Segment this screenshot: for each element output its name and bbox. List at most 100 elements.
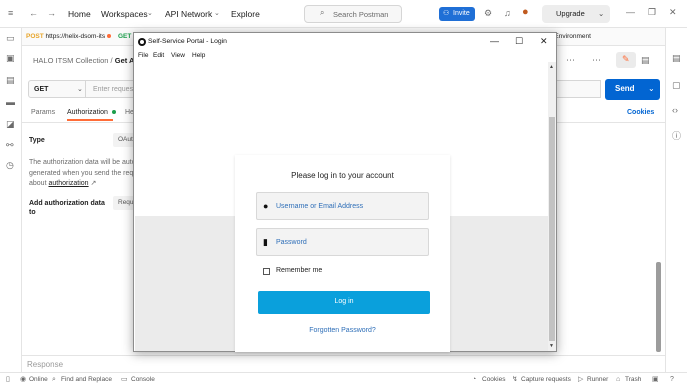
info-icon[interactable]: ⓘ bbox=[672, 132, 681, 141]
menu-file[interactable]: File bbox=[138, 52, 148, 59]
cookies-link[interactable]: Cookies bbox=[627, 109, 654, 116]
search-input[interactable]: ⌕ Search Postman bbox=[304, 5, 402, 23]
console[interactable]: Console bbox=[131, 376, 155, 383]
response-heading[interactable]: Response bbox=[27, 360, 63, 369]
app-logo-icon bbox=[138, 38, 146, 46]
invite-button[interactable]: ⚇ Invite bbox=[439, 7, 475, 21]
scrollbar-thumb[interactable] bbox=[549, 117, 555, 341]
authorization-link[interactable]: authorization bbox=[48, 180, 88, 187]
remember-me-checkbox[interactable] bbox=[263, 268, 270, 275]
window-scrollbar[interactable]: ▲ ▼ bbox=[548, 62, 556, 351]
layout-icon[interactable]: ▣ bbox=[652, 376, 659, 383]
more-options-icon[interactable]: ⋯ bbox=[592, 56, 601, 65]
restore-icon[interactable]: ❐ bbox=[648, 8, 656, 17]
documentation-icon[interactable]: ▤ bbox=[672, 54, 681, 63]
tab-authorization[interactable]: Authorization bbox=[67, 109, 116, 116]
nav-workspaces[interactable]: Workspaces bbox=[101, 9, 148, 19]
chevron-down-icon[interactable]: ⌄ bbox=[147, 10, 153, 17]
scroll-down-icon[interactable]: ▼ bbox=[549, 343, 554, 349]
forward-arrow-icon[interactable]: → bbox=[47, 9, 56, 18]
upgrade-button[interactable]: Upgrade ⌄ bbox=[542, 5, 610, 23]
url-input[interactable]: Enter reques bbox=[86, 80, 136, 98]
online-status[interactable]: Online bbox=[29, 376, 48, 383]
edit-toggle[interactable]: ✎ bbox=[616, 52, 636, 68]
auth-type-select[interactable]: OAutl bbox=[113, 133, 135, 147]
breadcrumb-collection[interactable]: HALO ITSM Collection bbox=[33, 56, 108, 65]
cookie-icon: ◔ bbox=[472, 376, 477, 383]
console-icon: ▭ bbox=[121, 376, 128, 383]
menu-help[interactable]: Help bbox=[192, 52, 205, 59]
menu-icon[interactable]: ≡ bbox=[8, 9, 13, 18]
add-user-icon: ⚇ bbox=[443, 10, 450, 17]
history-icon[interactable]: ◷ bbox=[6, 161, 14, 170]
environments-icon[interactable]: ▣ bbox=[6, 54, 15, 63]
bell-icon[interactable]: ♫ bbox=[504, 9, 511, 18]
request-tab-2[interactable]: GET bbox=[118, 33, 131, 40]
more-icon[interactable]: ⋯ bbox=[566, 56, 575, 65]
active-tab-indicator bbox=[67, 119, 113, 121]
auth-description: The authorization data will be auto gene… bbox=[29, 159, 138, 187]
find-replace[interactable]: Find and Replace bbox=[61, 376, 112, 383]
runner[interactable]: Runner bbox=[587, 376, 608, 383]
nav-explore[interactable]: Explore bbox=[231, 9, 260, 19]
breadcrumb-separator: / bbox=[110, 56, 113, 65]
cookies-status[interactable]: Cookies bbox=[482, 376, 505, 383]
window-titlebar[interactable]: Self-Service Portal - Login — ☐ ✕ bbox=[134, 33, 556, 51]
avatar[interactable]: ● bbox=[522, 7, 529, 18]
gear-icon[interactable]: ⚙ bbox=[484, 9, 492, 18]
login-button[interactable]: Log in bbox=[258, 291, 430, 314]
url-input-tail[interactable] bbox=[555, 80, 601, 98]
password-field[interactable]: ▮ Password bbox=[256, 228, 429, 256]
mock-server-icon[interactable]: ▬ bbox=[6, 98, 15, 107]
pencil-icon: ✎ bbox=[622, 54, 630, 64]
lock-icon: ▮ bbox=[263, 237, 268, 247]
method-label: GET bbox=[34, 86, 49, 93]
add-auth-select[interactable]: Requ bbox=[113, 196, 135, 210]
method-select[interactable]: GET ⌄ bbox=[28, 80, 86, 98]
search-icon: ⌕ bbox=[320, 8, 325, 17]
capture-icon: ↯ bbox=[512, 376, 518, 383]
nav-home[interactable]: Home bbox=[68, 9, 91, 19]
chevron-down-icon: ⌄ bbox=[77, 86, 83, 93]
capture-requests[interactable]: Capture requests bbox=[521, 376, 571, 383]
flows-icon[interactable]: ⚯ bbox=[6, 141, 14, 150]
login-window: Self-Service Portal - Login — ☐ ✕ File E… bbox=[133, 32, 557, 352]
comments-icon[interactable]: ▢ bbox=[672, 81, 681, 90]
auth-text-line1: The authorization data will be auto bbox=[29, 159, 136, 166]
scrollbar[interactable] bbox=[656, 262, 661, 352]
menu-edit[interactable]: Edit bbox=[153, 52, 164, 59]
help-icon[interactable]: ? bbox=[670, 376, 674, 383]
history-list-icon[interactable]: ▤ bbox=[6, 76, 15, 85]
trash[interactable]: Trash bbox=[625, 376, 641, 383]
tab-label: https://helix-dsom-its bbox=[45, 33, 106, 40]
chevron-down-icon[interactable]: ⌄ bbox=[214, 10, 220, 17]
remember-me-label[interactable]: Remember me bbox=[276, 267, 322, 274]
status-dot-icon bbox=[111, 110, 116, 115]
username-field[interactable]: ● Username or Email Address bbox=[256, 192, 429, 220]
tab-params[interactable]: Params bbox=[31, 109, 55, 116]
minimize-icon[interactable]: — bbox=[490, 36, 499, 46]
nav-api-network[interactable]: API Network bbox=[165, 9, 212, 19]
chevron-down-icon[interactable]: ⌄ bbox=[648, 84, 655, 93]
request-tab-1[interactable]: POST https://helix-dsom-its bbox=[26, 33, 112, 40]
sidebar-toggle-icon[interactable]: ▯ bbox=[6, 376, 10, 383]
forgot-password-link[interactable]: Forgotten Password? bbox=[235, 327, 450, 334]
code-icon[interactable]: ‹› bbox=[672, 106, 678, 115]
back-arrow-icon[interactable]: ← bbox=[29, 9, 38, 18]
minimize-icon[interactable]: — bbox=[626, 8, 635, 17]
comment-toggle-icon[interactable]: ▤ bbox=[641, 56, 650, 65]
menu-view[interactable]: View bbox=[171, 52, 185, 59]
trash-icon: ⌂ bbox=[616, 376, 621, 383]
collections-icon[interactable]: ▭ bbox=[6, 34, 15, 43]
tab-method: GET bbox=[118, 33, 132, 40]
close-icon[interactable]: ✕ bbox=[669, 8, 677, 17]
monitor-icon[interactable]: ◪ bbox=[6, 120, 15, 129]
chevron-down-icon: ⌄ bbox=[598, 9, 605, 18]
scroll-up-icon[interactable]: ▲ bbox=[549, 64, 554, 70]
window-content: Please log in to your account ● Username… bbox=[135, 62, 548, 352]
auth-text-line3: about bbox=[29, 180, 47, 187]
send-button[interactable]: Send ⌄ bbox=[605, 79, 660, 100]
login-card: Please log in to your account ● Username… bbox=[235, 155, 450, 352]
close-icon[interactable]: ✕ bbox=[540, 36, 548, 47]
maximize-icon[interactable]: ☐ bbox=[515, 36, 523, 47]
